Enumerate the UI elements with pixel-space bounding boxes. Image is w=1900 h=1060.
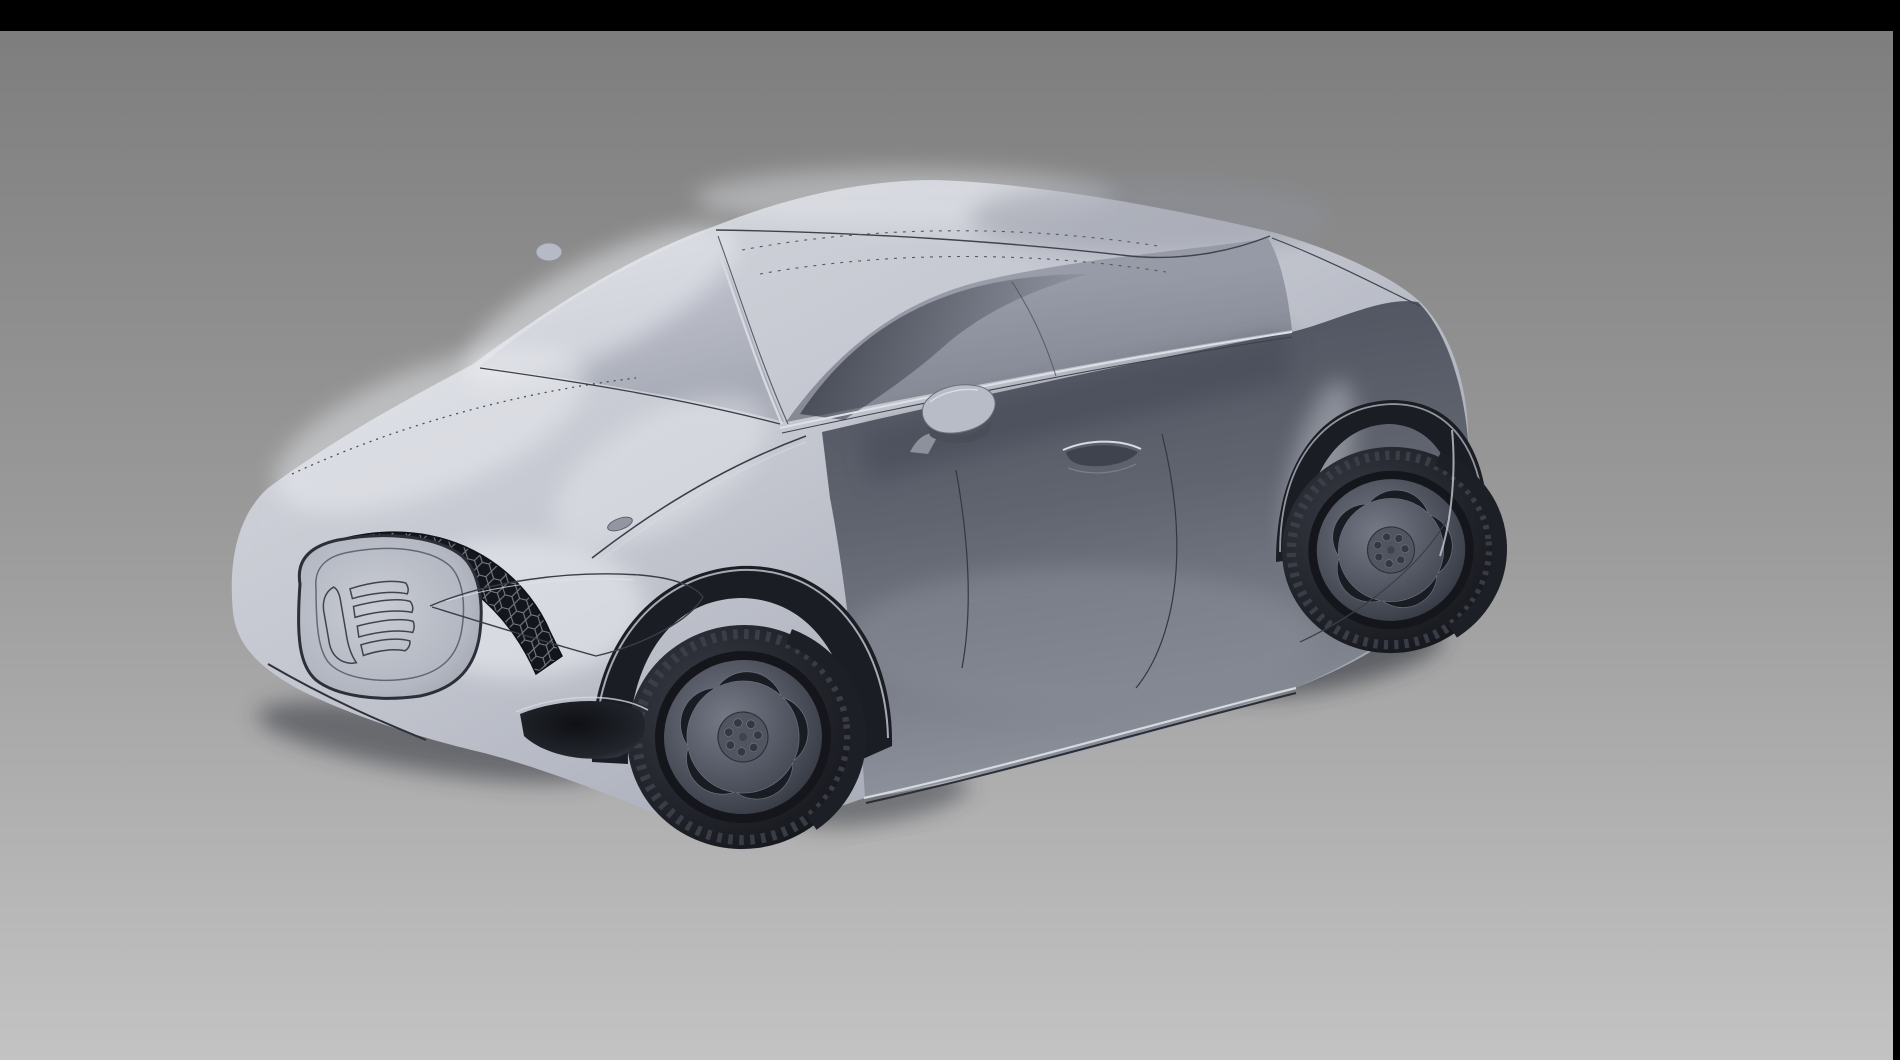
3d-viewport[interactable] bbox=[0, 0, 1900, 1060]
hood-sensor-blister bbox=[536, 243, 562, 261]
letterbox-top-bar bbox=[0, 0, 1900, 31]
letterbox-right-bar bbox=[1893, 0, 1900, 1060]
grille-bezel bbox=[299, 536, 482, 699]
car-model bbox=[232, 168, 1509, 862]
car-model-render bbox=[0, 0, 1900, 1060]
